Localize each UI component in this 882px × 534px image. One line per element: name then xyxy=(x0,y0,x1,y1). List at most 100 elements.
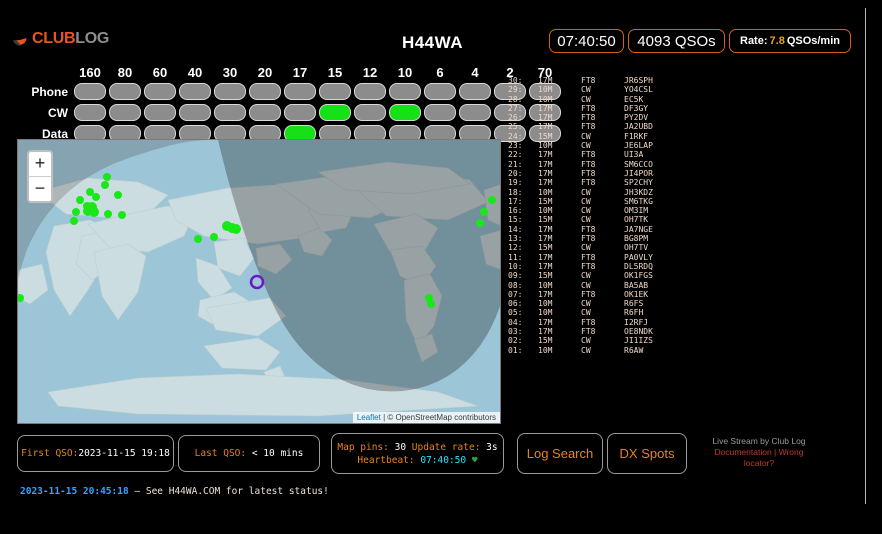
band-pill-cw-80[interactable] xyxy=(109,104,141,121)
band-pill-phone-60[interactable] xyxy=(144,83,176,100)
qso-time: 30: xyxy=(508,76,523,85)
footer-message: — See H44WA.COM for latest status! xyxy=(134,486,329,497)
qso-log-row: 27: 17M FT8 DF3GY xyxy=(508,104,708,113)
heartbeat-line: Heartbeat: 07:40:50 ♥ xyxy=(357,455,477,466)
band-pill-cw-6[interactable] xyxy=(424,104,456,121)
band-label-17: 17 xyxy=(292,65,308,80)
qso-band: 17M xyxy=(538,113,553,123)
band-pill-cw-15[interactable] xyxy=(319,104,351,121)
qso-callsign: R6AW xyxy=(624,345,644,355)
qso-callsign: DF3GY xyxy=(624,103,649,113)
heartbeat-value: 07:40:50 xyxy=(420,454,467,466)
band-pill-phone-30[interactable] xyxy=(214,83,246,100)
clublog-live-stream-page: CLUBLOG H44WA 07:40:50 4093 QSOs Rate: 7… xyxy=(0,0,882,534)
band-pill-cw-12[interactable] xyxy=(354,104,386,121)
qso-band: 17M xyxy=(538,317,553,327)
qso-mode: CW xyxy=(581,271,591,281)
qso-mode: CW xyxy=(581,187,591,197)
leaflet-link[interactable]: Leaflet xyxy=(357,413,381,422)
qso-band: 17M xyxy=(538,122,553,132)
zoom-in-button[interactable]: + xyxy=(29,152,51,177)
qso-band: 17M xyxy=(538,252,553,262)
qso-log-row: 28: 10M CW EC5K xyxy=(508,95,708,104)
osm-attribution[interactable]: © OpenStreetMap contributors xyxy=(387,413,496,422)
band-row-phone: Phone xyxy=(12,82,564,101)
qso-log-row: 10: 17M FT8 DL5RDQ xyxy=(508,262,708,271)
qso-callsign: PY2DV xyxy=(624,113,649,123)
band-pill-phone-17[interactable] xyxy=(284,83,316,100)
map-zoom-controls[interactable]: + − xyxy=(27,150,53,203)
recent-qso-log: 30: 17M FT8 JR6SPH 29: 10M CW YO4CSL 28: 10M CW EC5… xyxy=(508,76,708,355)
band-label-12: 12 xyxy=(362,65,378,80)
band-pill-phone-15[interactable] xyxy=(319,83,351,100)
band-pill-cw-17[interactable] xyxy=(284,104,316,121)
qso-mode: CW xyxy=(581,308,591,318)
heart-icon: ♥ xyxy=(471,454,478,466)
qso-log-row: 15: 15M CW OH7TK xyxy=(508,215,708,224)
qso-callsign: I2RFJ xyxy=(624,317,649,327)
qso-log-row: 29: 10M CW YO4CSL xyxy=(508,85,708,94)
qso-time: 15: xyxy=(508,215,523,225)
qso-time: 11: xyxy=(508,252,523,262)
band-pill-phone-80[interactable] xyxy=(109,83,141,100)
qso-band: 10M xyxy=(538,206,553,216)
band-pill-cw-40[interactable] xyxy=(179,104,211,121)
qso-mode: FT8 xyxy=(581,113,596,123)
rate-unit: QSOs/min xyxy=(786,35,840,47)
band-label-10: 10 xyxy=(397,65,413,80)
qso-band: 17M xyxy=(538,327,553,337)
qso-callsign: JI1IZS xyxy=(624,336,653,346)
band-pill-phone-6[interactable] xyxy=(424,83,456,100)
band-pill-cw-60[interactable] xyxy=(144,104,176,121)
band-pill-phone-4[interactable] xyxy=(459,83,491,100)
qso-band: 17M xyxy=(538,289,553,299)
band-pill-phone-12[interactable] xyxy=(354,83,386,100)
band-pill-cw-30[interactable] xyxy=(214,104,246,121)
dx-spots-label: DX Spots xyxy=(619,446,675,461)
band-label-6: 6 xyxy=(436,65,444,80)
qso-time: 24: xyxy=(508,131,523,141)
qso-time: 09: xyxy=(508,271,523,281)
status-footer: 2023-11-15 20:45:18 — See H44WA.COM for … xyxy=(20,486,329,497)
qso-mode: CW xyxy=(581,196,591,206)
qso-log-row: 13: 17M FT8 BG8PM xyxy=(508,234,708,243)
qso-callsign: JH3KDZ xyxy=(624,187,653,197)
qso-band: 17M xyxy=(538,261,553,271)
qso-time: 27: xyxy=(508,103,523,113)
band-pill-phone-10[interactable] xyxy=(389,83,421,100)
first-qso-value: 2023-11-15 19:18 xyxy=(78,448,170,459)
qso-time: 06: xyxy=(508,299,523,309)
qso-callsign: SP2CHY xyxy=(624,178,653,188)
qso-log-row: 17: 15M CW SM6TKG xyxy=(508,197,708,206)
band-pill-cw-20[interactable] xyxy=(249,104,281,121)
qso-mode: CW xyxy=(581,280,591,290)
qso-callsign: OH7TV xyxy=(624,243,649,253)
qso-mode: FT8 xyxy=(581,103,596,113)
band-label-80: 80 xyxy=(117,65,133,80)
log-search-button[interactable]: Log Search xyxy=(517,433,603,474)
qso-callsign: OH7TK xyxy=(624,215,649,225)
band-pill-cw-4[interactable] xyxy=(459,104,491,121)
qso-callsign: SM6TKG xyxy=(624,196,653,206)
documentation-link[interactable]: Documentation xyxy=(715,447,772,457)
qso-time: 02: xyxy=(508,336,523,346)
credits-line: Live Stream by Club Log xyxy=(712,436,806,446)
band-pill-cw-10[interactable] xyxy=(389,104,421,121)
band-pill-phone-160[interactable] xyxy=(74,83,106,100)
zoom-out-button[interactable]: − xyxy=(29,177,51,201)
qso-mode: FT8 xyxy=(581,178,596,188)
band-pill-phone-40[interactable] xyxy=(179,83,211,100)
qso-mode: FT8 xyxy=(581,150,596,160)
qso-mode: FT8 xyxy=(581,289,596,299)
map-attribution[interactable]: Leaflet | © OpenStreetMap contributors xyxy=(352,412,500,423)
qso-mode: CW xyxy=(581,243,591,253)
dx-spots-button[interactable]: DX Spots xyxy=(607,433,687,474)
update-rate-value: 3s xyxy=(486,441,498,453)
band-pill-cw-160[interactable] xyxy=(74,104,106,121)
band-pill-phone-20[interactable] xyxy=(249,83,281,100)
qso-log-row: 06: 10M CW R6FS xyxy=(508,299,708,308)
qso-log-row: 01: 10M CW R6AW xyxy=(508,346,708,355)
qso-band: 10M xyxy=(538,141,553,151)
qso-callsign: EC5K xyxy=(624,94,644,104)
qso-world-map[interactable]: + − Leaflet | © OpenStreetMap contributo… xyxy=(17,139,501,424)
